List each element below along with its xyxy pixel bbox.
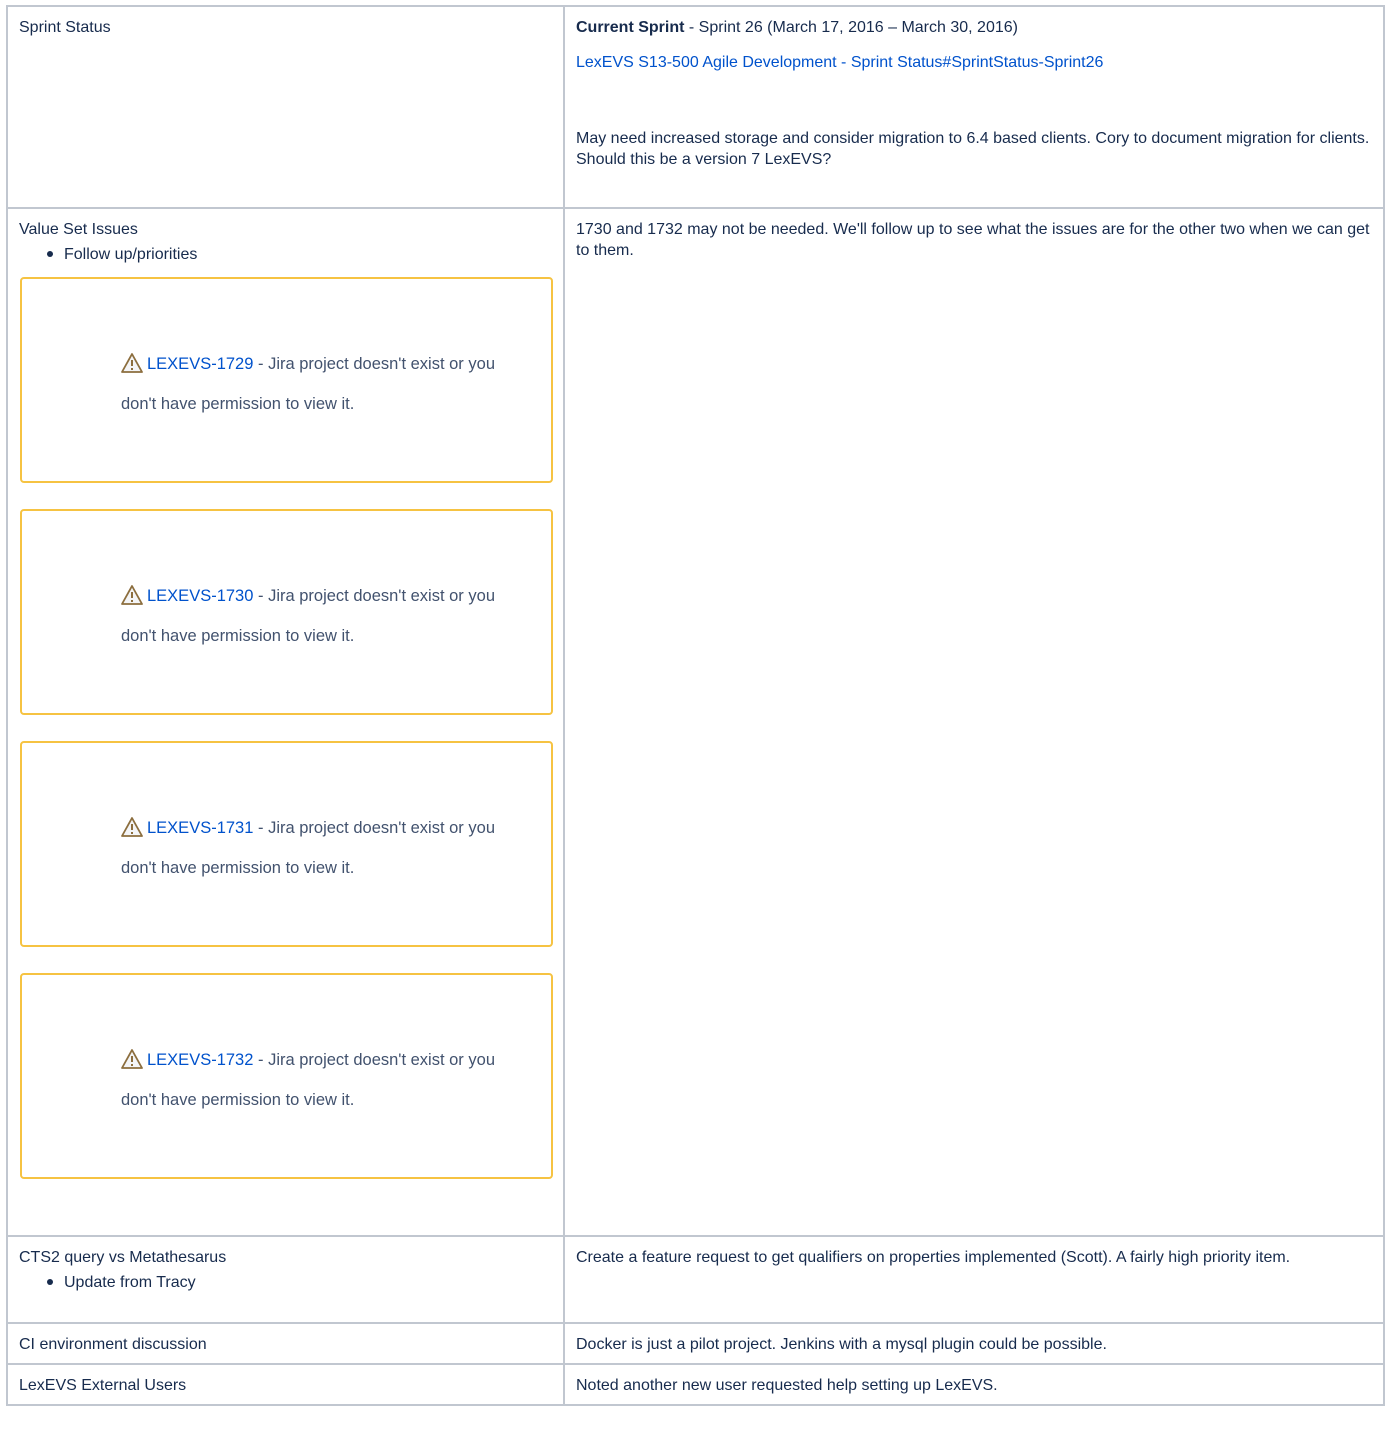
topic-label: Sprint Status xyxy=(19,19,111,36)
topic-cell: CI environment discussion xyxy=(6,1322,565,1365)
notes-cell: Docker is just a pilot project. Jenkins … xyxy=(563,1322,1385,1365)
jira-key-link[interactable]: LEXEVS-1730 xyxy=(147,587,253,605)
current-sprint-line: Current Sprint - Sprint 26 (March 17, 20… xyxy=(576,17,1373,38)
notes-cell: Create a feature request to get qualifie… xyxy=(563,1235,1385,1324)
topic-label: LexEVS External Users xyxy=(19,1377,187,1394)
current-sprint-text: - Sprint 26 (March 17, 2016 – March 30, … xyxy=(684,19,1018,36)
sprint-notes: May need increased storage and consider … xyxy=(576,130,1370,168)
notes-text: Create a feature request to get qualifie… xyxy=(576,1249,1291,1266)
notes-text: 1730 and 1732 may not be needed. We'll f… xyxy=(576,221,1370,259)
warning-icon xyxy=(121,353,143,373)
current-sprint-label: Current Sprint xyxy=(576,19,685,36)
bullet-item: Update from Tracy xyxy=(47,1272,553,1293)
notes-text: Noted another new user requested help se… xyxy=(576,1377,998,1394)
warning-icon xyxy=(121,1049,143,1069)
warning-icon xyxy=(121,585,143,605)
table-row: LexEVS External Users Noted another new … xyxy=(6,1363,1385,1406)
jira-key-link[interactable]: LEXEVS-1729 xyxy=(147,355,253,373)
jira-issue-macro: LEXEVS-1731 - Jira project doesn't exist… xyxy=(20,741,553,947)
jira-key-link[interactable]: LEXEVS-1731 xyxy=(147,819,253,837)
bullet-list: Update from Tracy xyxy=(19,1272,553,1293)
notes-text: Docker is just a pilot project. Jenkins … xyxy=(576,1336,1107,1353)
table-row: Sprint Status Current Sprint - Sprint 26… xyxy=(6,5,1385,209)
bullet-item: Follow up/priorities xyxy=(47,244,553,265)
jira-issue-macro: LEXEVS-1732 - Jira project doesn't exist… xyxy=(20,973,553,1179)
notes-cell: Noted another new user requested help se… xyxy=(563,1363,1385,1406)
notes-cell: Current Sprint - Sprint 26 (March 17, 20… xyxy=(563,5,1385,209)
notes-cell: 1730 and 1732 may not be needed. We'll f… xyxy=(563,207,1385,1237)
jira-issue-macro: LEXEVS-1729 - Jira project doesn't exist… xyxy=(20,277,553,483)
jira-issue-macro: LEXEVS-1730 - Jira project doesn't exist… xyxy=(20,509,553,715)
topic-cell: Value Set Issues Follow up/priorities LE… xyxy=(6,207,565,1237)
topic-cell: CTS2 query vs Metathesarus Update from T… xyxy=(6,1235,565,1324)
jira-key-link[interactable]: LEXEVS-1732 xyxy=(147,1051,253,1069)
topic-label: CTS2 query vs Metathesarus xyxy=(19,1249,227,1266)
topic-label: Value Set Issues xyxy=(19,221,138,238)
table-row: CI environment discussion Docker is just… xyxy=(6,1322,1385,1365)
minutes-table: Sprint Status Current Sprint - Sprint 26… xyxy=(6,5,1385,1406)
topic-cell: Sprint Status xyxy=(6,5,565,209)
warning-icon xyxy=(121,817,143,837)
topic-cell: LexEVS External Users xyxy=(6,1363,565,1406)
table-row: Value Set Issues Follow up/priorities LE… xyxy=(6,207,1385,1237)
sprint-status-link[interactable]: LexEVS S13-500 Agile Development - Sprin… xyxy=(576,54,1103,71)
bullet-list: Follow up/priorities xyxy=(19,244,553,265)
table-row: CTS2 query vs Metathesarus Update from T… xyxy=(6,1235,1385,1324)
topic-label: CI environment discussion xyxy=(19,1336,207,1353)
